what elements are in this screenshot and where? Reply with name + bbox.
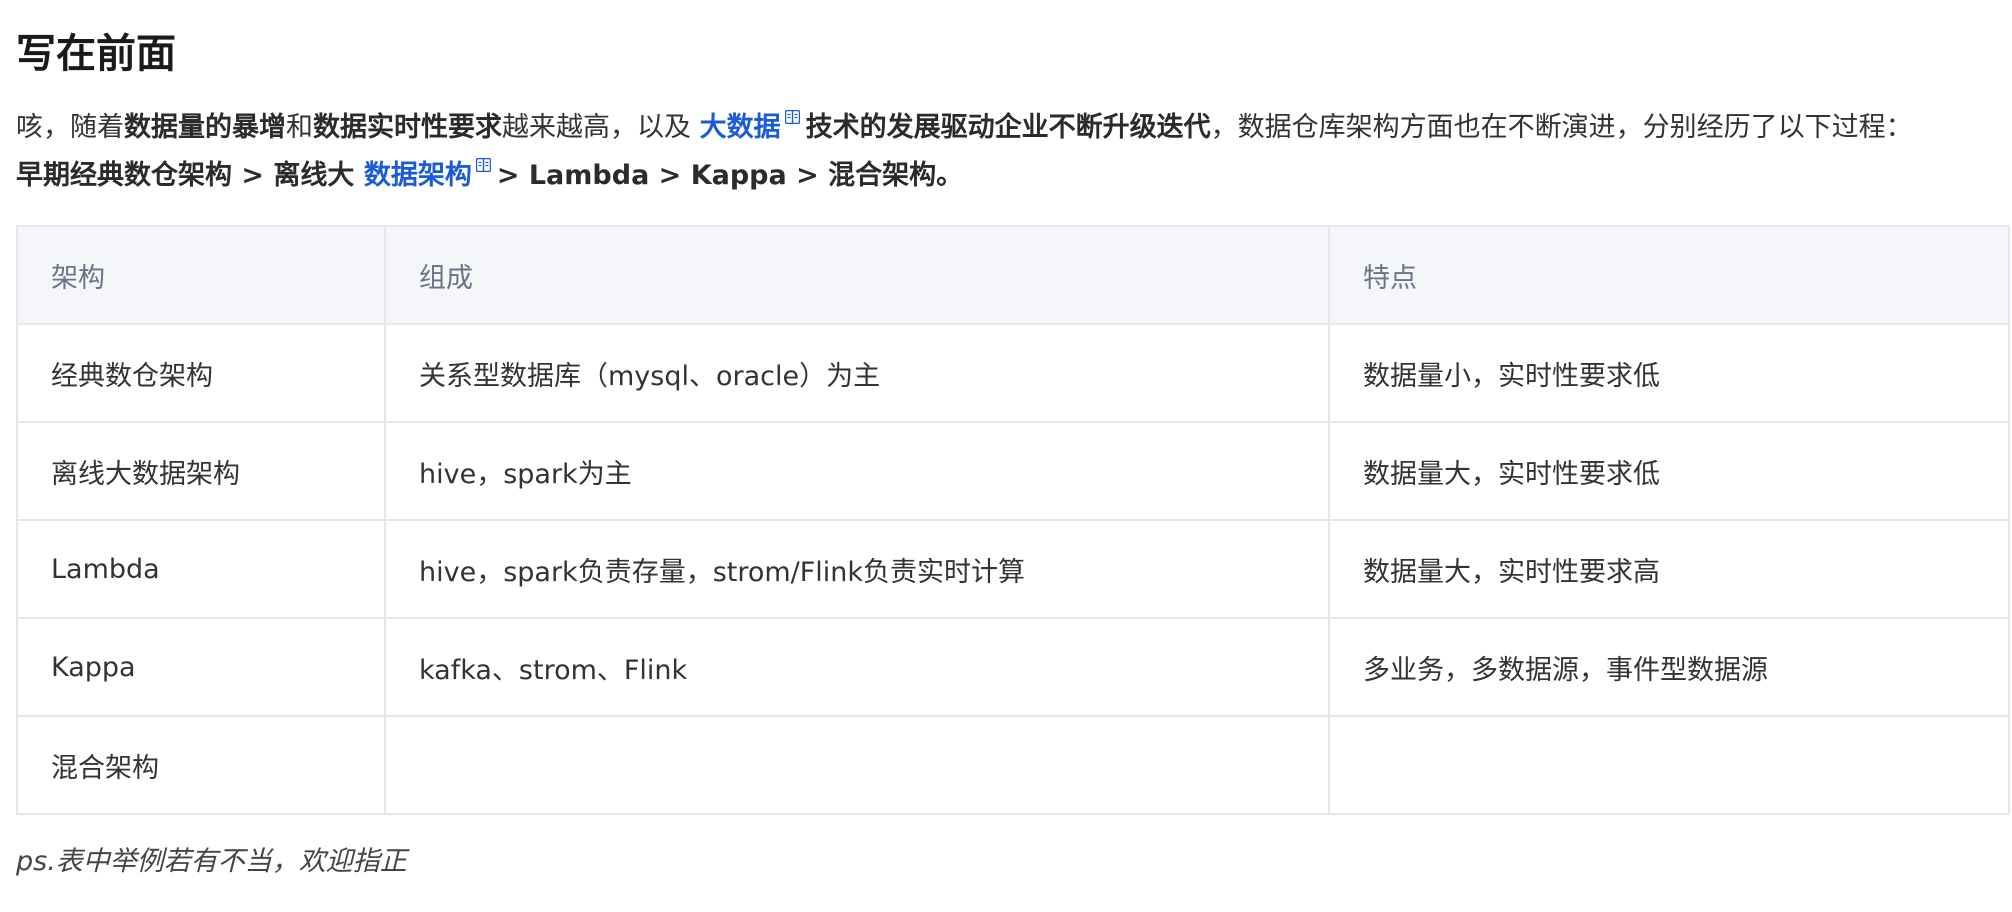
- table-row: 经典数仓架构 关系型数据库（mysql、oracle）为主 数据量小，实时性要求…: [16, 323, 2010, 423]
- intro-line-2: 早期经典数仓架构 > 离线大 数据架构 > Lambda > Kappa > 混合…: [16, 152, 1996, 200]
- table-cell-components: hive，spark为主: [384, 421, 1330, 521]
- table-cell-features: [1328, 715, 2010, 815]
- table-cell-components: hive，spark负责存量，strom/Flink负责实时计算: [384, 519, 1330, 619]
- table-cell-components: [384, 715, 1330, 815]
- table-cell-components: 关系型数据库（mysql、oracle）为主: [384, 323, 1330, 423]
- intro-text: 越来越高，以及: [502, 112, 700, 143]
- intro-text: 和: [286, 112, 313, 143]
- column-header-features: 特点: [1328, 225, 2010, 325]
- data-architecture-link[interactable]: 数据架构: [364, 160, 472, 191]
- intro-text: ，数据仓库架构方面也在不断演进，分别经历了以下过程：: [1210, 112, 1913, 143]
- table-cell-features: 数据量小，实时性要求低: [1328, 323, 2010, 423]
- column-header-components: 组成: [384, 225, 1330, 325]
- book-icon[interactable]: [475, 158, 491, 172]
- column-header-architecture: 架构: [16, 225, 386, 325]
- table-row: 混合架构: [16, 715, 2010, 815]
- intro-line-1: 咳，随着数据量的暴增和数据实时性要求越来越高，以及 大数据 技术的发展驱动企业不断…: [16, 104, 1996, 152]
- table-header-row: 架构 组成 特点: [16, 225, 2010, 325]
- table-row: Kappa kafka、strom、Flink 多业务，多数据源，事件型数据源: [16, 617, 2010, 717]
- bigdata-link[interactable]: 大数据: [700, 112, 781, 143]
- book-icon[interactable]: [784, 110, 800, 124]
- intro-bold: 技术的发展驱动企业不断升级迭代: [805, 112, 1211, 143]
- table-cell-architecture: 离线大数据架构: [16, 421, 386, 521]
- intro-paragraph: 咳，随着数据量的暴增和数据实时性要求越来越高，以及 大数据 技术的发展驱动企业不断…: [16, 104, 1996, 200]
- table-cell-architecture: 混合架构: [16, 715, 386, 815]
- table-cell-features: 数据量大，实时性要求高: [1328, 519, 2010, 619]
- intro-bold: > Lambda > Kappa > 混合架构。: [496, 160, 964, 191]
- section-heading: 写在前面: [16, 31, 176, 77]
- intro-bold: 数据实时性要求: [313, 112, 502, 143]
- footnote: ps.表中举例若有不当，欢迎指正: [16, 846, 407, 877]
- table-cell-architecture: Lambda: [16, 519, 386, 619]
- table-cell-components: kafka、strom、Flink: [384, 617, 1330, 717]
- intro-bold: 早期经典数仓架构 > 离线大: [16, 160, 364, 191]
- intro-text: 咳，随着: [16, 112, 124, 143]
- table-cell-architecture: Kappa: [16, 617, 386, 717]
- article: 写在前面 咳，随着数据量的暴增和数据实时性要求越来越高，以及 大数据 技术的发展驱…: [0, 0, 2012, 912]
- table-row: Lambda hive，spark负责存量，strom/Flink负责实时计算 …: [16, 519, 2010, 619]
- intro-bold: 数据量的暴增: [124, 112, 286, 143]
- table-cell-architecture: 经典数仓架构: [16, 323, 386, 423]
- table-row: 离线大数据架构 hive，spark为主 数据量大，实时性要求低: [16, 421, 2010, 521]
- table-cell-features: 多业务，多数据源，事件型数据源: [1328, 617, 2010, 717]
- table-cell-features: 数据量大，实时性要求低: [1328, 421, 2010, 521]
- architecture-table: 架构 组成 特点 经典数仓架构 关系型数据库（mysql、oracle）为主 数…: [16, 225, 2010, 815]
